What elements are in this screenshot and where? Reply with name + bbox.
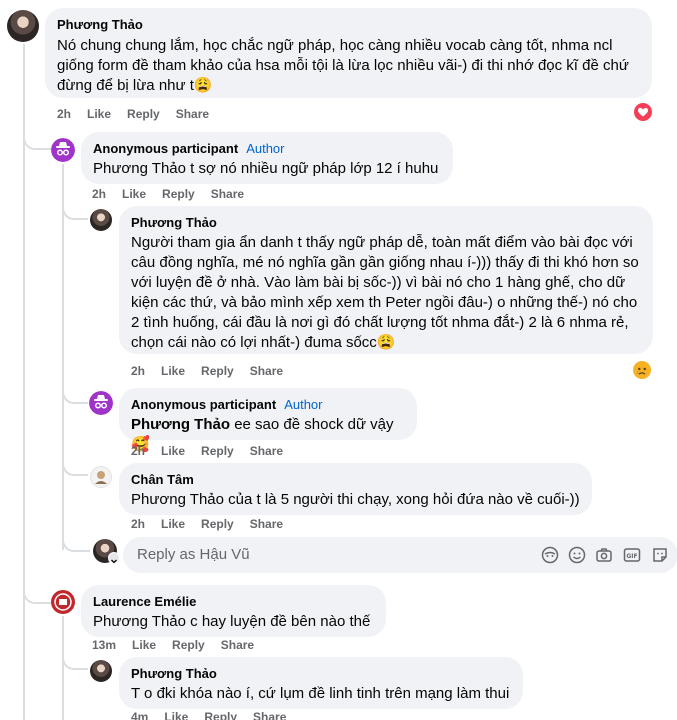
reply-button[interactable]: Reply <box>172 638 205 652</box>
avatar[interactable] <box>51 590 75 614</box>
thread-curve <box>62 528 90 552</box>
comment-actions: 2h Like Reply Share <box>57 107 209 121</box>
comment-author-row: Anonymous participant Author <box>93 140 441 157</box>
mention-link[interactable]: Phương Thảo <box>131 416 230 433</box>
avatar-sticker-icon[interactable] <box>541 546 559 564</box>
comment-text: Người tham gia ẩn danh t thấy ngữ pháp d… <box>131 234 639 351</box>
comment-author-name[interactable]: Laurence Emélie <box>93 593 374 610</box>
sad-reaction-icon[interactable] <box>633 361 651 379</box>
comment-author-name[interactable]: Anonymous participant <box>93 141 238 156</box>
comment-author-name[interactable]: Phương Thảo <box>131 665 511 682</box>
love-reaction-icon[interactable] <box>634 103 652 121</box>
reply-button[interactable]: Reply <box>201 444 234 458</box>
comment-timestamp[interactable]: 4m <box>131 710 148 720</box>
avatar-dropdown-icon[interactable] <box>108 552 120 564</box>
share-button[interactable]: Share <box>176 107 209 121</box>
avatar[interactable] <box>90 466 112 488</box>
share-button[interactable]: Share <box>250 364 283 378</box>
comment-actions: 13m Like Reply Share <box>92 638 254 652</box>
thread-curve <box>62 380 88 404</box>
comment-actions: 2h Like Reply Share <box>131 444 283 458</box>
like-button[interactable]: Like <box>161 364 185 378</box>
reply-button[interactable]: Reply <box>201 517 234 531</box>
anonymous-avatar-icon[interactable] <box>89 391 113 415</box>
comment-text: T o đki khóa nào í, cứ lụm đề linh tinh … <box>131 685 510 702</box>
comment-actions: 2h Like Reply Share <box>131 517 283 531</box>
comment-author-name[interactable]: Chân Tâm <box>131 471 580 488</box>
comment-timestamp[interactable]: 2h <box>131 517 145 531</box>
comment-bubble: Phương Thảo Người tham gia ẩn danh t thấ… <box>119 206 653 354</box>
comment-bubble: Phương Thảo Nó chung chung lắm, học chắc… <box>45 8 652 98</box>
author-badge: Author <box>246 141 285 156</box>
like-button[interactable]: Like <box>164 710 188 720</box>
comment-text: Nó chung chung lắm, học chắc ngữ pháp, h… <box>57 37 629 94</box>
share-button[interactable]: Share <box>253 710 286 720</box>
comment-bubble: Phương Thảo T o đki khóa nào í, cứ lụm đ… <box>119 657 523 709</box>
comment-bubble: Anonymous participant Author Phương Thảo … <box>119 388 417 453</box>
comment-author-name[interactable]: Phương Thảo <box>131 214 641 231</box>
share-button[interactable]: Share <box>250 444 283 458</box>
avatar[interactable] <box>90 209 112 231</box>
thread-curve <box>23 120 51 150</box>
camera-icon[interactable] <box>595 546 613 564</box>
thread-curve <box>62 196 88 220</box>
author-badge: Author <box>284 397 323 412</box>
reply-button[interactable]: Reply <box>201 364 234 378</box>
comment-timestamp[interactable]: 2h <box>57 107 71 121</box>
gif-icon[interactable]: GIF <box>623 546 641 564</box>
comment-timestamp[interactable]: 13m <box>92 638 116 652</box>
comment-text: Phương Thảo c hay luyện đề bên nào thế <box>93 613 371 630</box>
anonymous-avatar-icon[interactable] <box>51 138 75 162</box>
share-button[interactable]: Share <box>211 187 244 201</box>
reply-input[interactable]: Reply as Hậu Vũ GIF <box>123 537 677 573</box>
comment-actions: 2h Like Reply Share <box>92 187 244 201</box>
share-button[interactable]: Share <box>221 638 254 652</box>
comment-author-name[interactable]: Phương Thảo <box>57 16 640 33</box>
reply-button[interactable]: Reply <box>204 710 237 720</box>
thread-curve <box>23 540 51 604</box>
like-button[interactable]: Like <box>132 638 156 652</box>
comment-author-name[interactable]: Anonymous participant <box>131 397 276 412</box>
avatar[interactable] <box>7 10 39 42</box>
comment-timestamp[interactable]: 2h <box>131 364 145 378</box>
svg-text:GIF: GIF <box>626 553 637 560</box>
comment-timestamp[interactable]: 2h <box>131 444 145 458</box>
thread-line-sub <box>62 164 64 550</box>
comment-timestamp[interactable]: 2h <box>92 187 106 201</box>
comment-bubble: Chân Tâm Phương Thảo của t là 5 người th… <box>119 463 592 515</box>
like-button[interactable]: Like <box>87 107 111 121</box>
reply-input-placeholder: Reply as Hậu Vũ <box>137 546 250 563</box>
thread-curve <box>62 452 88 476</box>
thread-line-sub <box>62 616 64 720</box>
like-button[interactable]: Like <box>122 187 146 201</box>
comment-actions: 2h Like Reply Share <box>131 364 283 378</box>
reply-button[interactable]: Reply <box>127 107 160 121</box>
like-button[interactable]: Like <box>161 444 185 458</box>
share-button[interactable]: Share <box>250 517 283 531</box>
comment-author-row: Anonymous participant Author <box>131 396 405 413</box>
avatar[interactable] <box>90 660 112 682</box>
comment-text: Phương Thảo t sợ nó nhiều ngữ pháp lớp 1… <box>93 160 439 177</box>
like-button[interactable]: Like <box>161 517 185 531</box>
sticker-icon[interactable] <box>651 546 669 564</box>
comment-actions: 4m Like Reply Share <box>131 710 286 720</box>
comment-bubble: Laurence Emélie Phương Thảo c hay luyện … <box>81 585 386 637</box>
thread-curve <box>62 646 88 670</box>
comment-text: Phương Thảo của t là 5 người thi chạy, x… <box>131 491 580 508</box>
comment-bubble: Anonymous participant Author Phương Thảo … <box>81 132 453 184</box>
emoji-icon[interactable] <box>568 546 586 564</box>
reply-button[interactable]: Reply <box>162 187 195 201</box>
